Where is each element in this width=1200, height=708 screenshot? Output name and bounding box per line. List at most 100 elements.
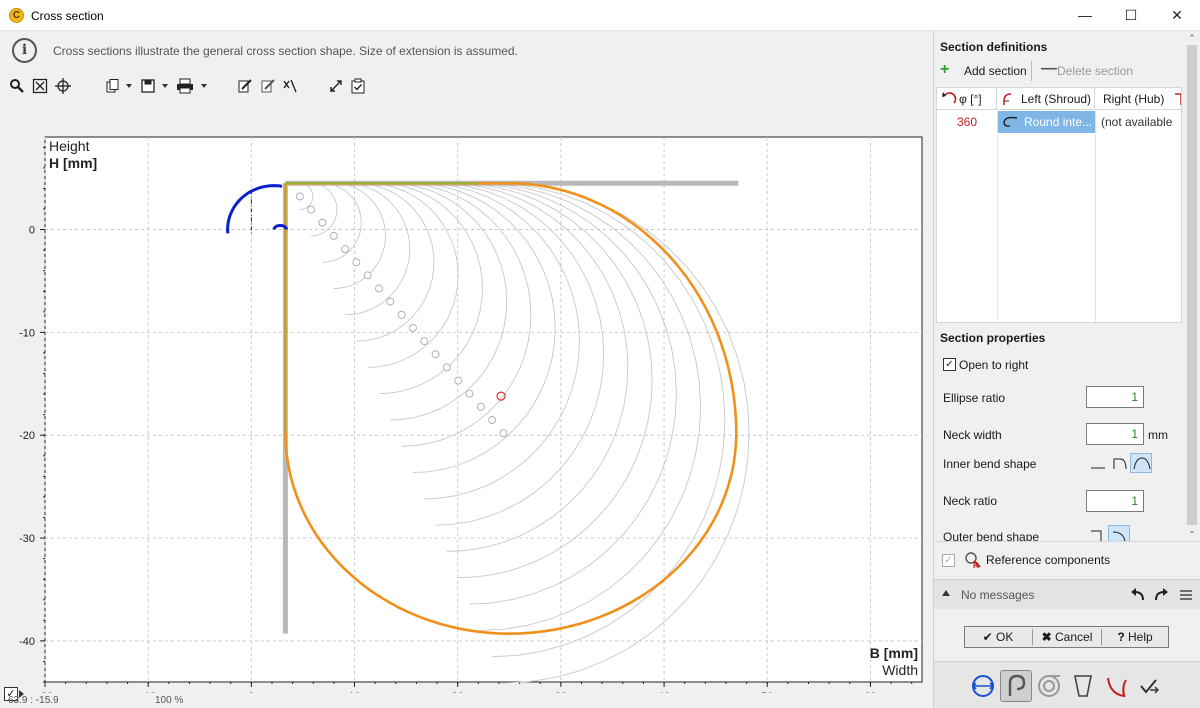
delete-section-label: Delete section — [1057, 64, 1134, 78]
y-axis-label: Height — [49, 138, 90, 154]
ellipse-ratio-input[interactable]: 1 — [1086, 386, 1144, 408]
minimize-icon[interactable]: — — [1062, 0, 1108, 31]
undo-icon[interactable] — [1130, 588, 1146, 602]
info-bar: i Cross sections illustrate the general … — [0, 31, 933, 71]
print-icon[interactable] — [176, 78, 194, 96]
print-dropdown-icon[interactable] — [201, 84, 207, 88]
menu-icon[interactable] — [1179, 588, 1193, 602]
construction-center-marker — [386, 297, 395, 306]
neck-width-input[interactable]: 1 — [1086, 423, 1144, 445]
reset-icon[interactable] — [281, 78, 299, 96]
scroll-up-icon[interactable]: ⌃ — [1187, 33, 1197, 44]
redo-icon[interactable] — [1153, 588, 1169, 602]
finish-icon[interactable] — [1134, 670, 1166, 702]
diagram-toolbar — [0, 74, 933, 100]
save-icon[interactable] — [139, 78, 157, 96]
outer-bend-shape-label: Outer bend shape — [943, 530, 1040, 541]
inner-bend-shape-label: Inner bend shape — [943, 457, 1037, 471]
inner-bend-flat-button[interactable] — [1086, 453, 1108, 473]
inner-bend-corner-button[interactable] — [1108, 453, 1130, 473]
ok-button[interactable]: ✔ OK — [965, 627, 1031, 647]
diffuser-icon[interactable] — [1067, 670, 1099, 702]
fit-to-window-icon[interactable] — [31, 78, 49, 96]
cancel-button[interactable]: ✖ Cancel — [1033, 627, 1101, 647]
column-divider — [997, 111, 998, 322]
x-icon: ✖ — [1041, 630, 1052, 644]
construction-center-marker — [397, 310, 406, 319]
scrollbar-thumb[interactable] — [1187, 45, 1197, 525]
open-to-right-checkbox[interactable]: ✓ — [943, 358, 956, 371]
minus-icon: — — [1041, 60, 1057, 77]
column-header-right-hub[interactable]: Right (Hub) — [1095, 88, 1181, 110]
expand-messages-icon[interactable] — [942, 590, 950, 596]
table-cell-phi[interactable]: 360 — [937, 111, 997, 133]
add-section-label: Add section — [964, 64, 1027, 78]
width-icon[interactable] — [967, 670, 999, 702]
plus-icon: + — [940, 61, 950, 78]
toolbar-separator — [1031, 61, 1032, 81]
info-icon: i — [12, 38, 37, 63]
table-cell-right-hub[interactable]: (not available — [1095, 111, 1181, 133]
construction-center-marker — [499, 429, 508, 438]
cross-section-icon[interactable] — [1000, 670, 1032, 702]
outer-bend-row: Outer bend shape — [934, 523, 1184, 541]
round-internal-icon — [1003, 116, 1018, 127]
rotation-icon — [942, 92, 957, 104]
column-divider — [1095, 111, 1096, 322]
diagram-panel: i Cross sections illustrate the general … — [0, 31, 933, 708]
y-tick-label: 0 — [29, 225, 35, 237]
zoom-icon[interactable] — [8, 78, 26, 96]
save-dropdown-icon[interactable] — [162, 84, 168, 88]
x-axis-label: Width — [882, 662, 918, 678]
cursor-coordinates: 63.9 : -15.9 — [8, 695, 59, 706]
close-icon[interactable]: ✕ — [1154, 0, 1200, 31]
swap-icon[interactable] — [327, 78, 345, 96]
outer-bend-corner-button[interactable] — [1086, 525, 1108, 541]
copy-icon[interactable] — [104, 78, 122, 96]
construction-center-marker — [476, 402, 485, 411]
cross-section-chart[interactable]: -20-1001020304050600-10-20-30-40HeightH … — [0, 103, 933, 693]
neck-width-unit: mm — [1148, 428, 1168, 442]
edit-all-icon[interactable] — [259, 78, 277, 96]
checklist-icon[interactable] — [349, 78, 367, 96]
y-tick-label: -20 — [19, 430, 35, 442]
shroud-icon — [1003, 93, 1012, 105]
y-tick-label: -10 — [19, 327, 35, 339]
edit-icon[interactable] — [236, 78, 254, 96]
reference-components-row: ✓ R Reference components — [934, 541, 1200, 577]
reference-components-checkbox[interactable]: ✓ — [942, 554, 955, 567]
help-button[interactable]: ? Help — [1102, 627, 1168, 647]
neck-ratio-input[interactable]: 1 — [1086, 490, 1144, 512]
volute-icon[interactable] — [1034, 670, 1066, 702]
component-selector-bar — [934, 661, 1200, 708]
open-to-right-label: Open to right — [959, 358, 1029, 372]
construction-center-marker — [442, 363, 451, 372]
maximize-icon[interactable]: ☐ — [1108, 0, 1154, 31]
scroll-down-icon[interactable]: ⌄ — [1187, 525, 1197, 536]
ellipse-ratio-label: Ellipse ratio — [943, 391, 1006, 405]
construction-center-marker — [465, 389, 474, 398]
x-axis-unit-label: B [mm] — [870, 645, 918, 661]
construction-center-marker — [488, 416, 497, 424]
crosshair-icon[interactable] — [54, 78, 72, 96]
copy-dropdown-icon[interactable] — [126, 84, 132, 88]
column-header-phi[interactable]: φ [°] — [937, 88, 997, 110]
messages-bar: No messages — [934, 579, 1200, 609]
properties-panel: Section definitions + Add section — Dele… — [933, 31, 1200, 708]
inner-bend-round-button[interactable] — [1130, 453, 1152, 473]
construction-center-marker — [318, 218, 327, 227]
zoom-level: 100 % — [155, 695, 184, 706]
table-cell-left-shroud[interactable]: Round inte... — [997, 111, 1095, 133]
reference-components-label: Reference components — [986, 553, 1111, 567]
construction-center-marker — [352, 258, 361, 267]
construction-center-marker — [454, 376, 463, 385]
title-bar: C Cross section — ☐ ✕ — [0, 0, 1200, 31]
window-title: Cross section — [31, 9, 104, 23]
column-header-left-shroud[interactable]: Left (Shroud) — [997, 88, 1095, 110]
chart-svg[interactable]: -20-1001020304050600-10-20-30-40HeightH … — [0, 103, 933, 693]
y-tick-label: -30 — [19, 533, 35, 545]
neck-ratio-label: Neck ratio — [943, 494, 998, 508]
tongue-icon[interactable] — [1100, 670, 1132, 702]
construction-center-marker — [341, 245, 350, 253]
outer-bend-round-button[interactable] — [1108, 525, 1130, 541]
